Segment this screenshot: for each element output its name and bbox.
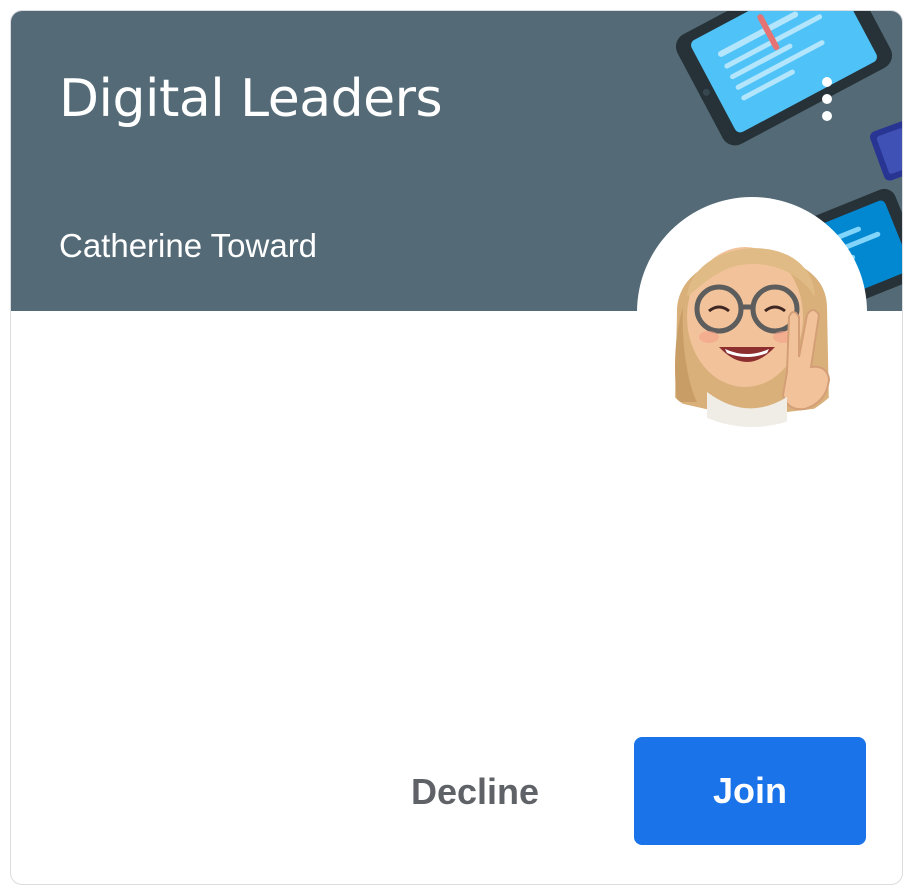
- more-vert-icon: [822, 77, 832, 87]
- memoji-avatar-icon: [675, 247, 831, 427]
- teacher-name: Catherine Toward: [59, 227, 318, 264]
- teacher-avatar: [637, 197, 867, 427]
- decline-button[interactable]: Decline: [403, 764, 547, 820]
- class-invitation-card: Digital Leaders Catherine Toward Decline…: [10, 10, 903, 885]
- join-button[interactable]: Join: [634, 737, 866, 845]
- invitation-actions: Decline Join: [11, 737, 902, 847]
- more-options-button[interactable]: [809, 69, 845, 129]
- class-title[interactable]: Digital Leaders: [59, 67, 443, 131]
